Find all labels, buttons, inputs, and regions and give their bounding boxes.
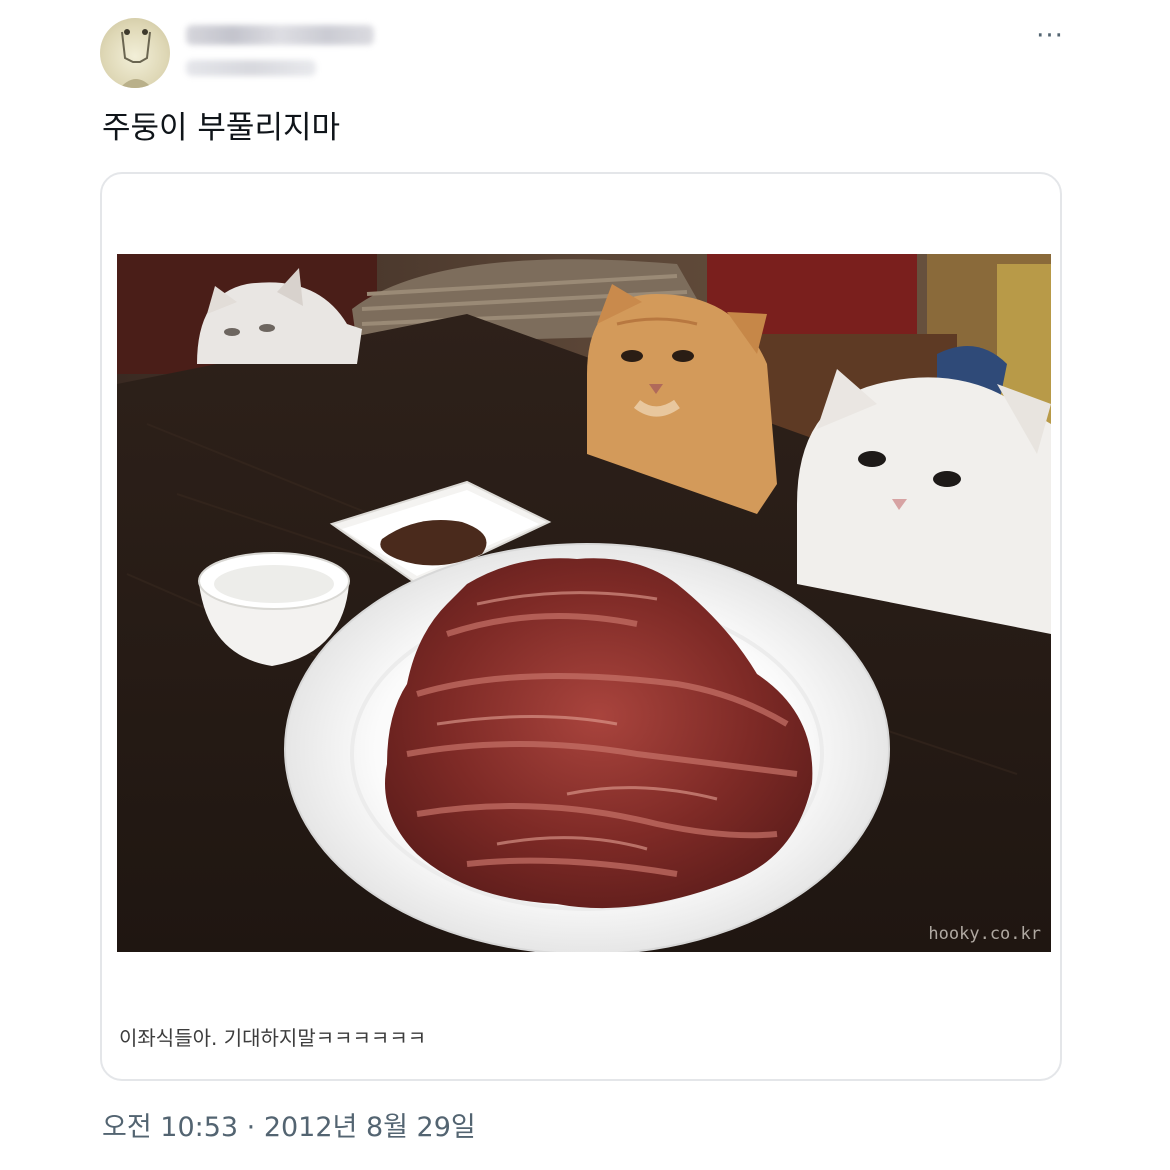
display-name-redacted[interactable] (186, 25, 374, 45)
more-options-icon[interactable]: ··· (1030, 23, 1070, 49)
card-caption: 이좌식들아. 기대하지말ㅋㅋㅋㅋㅋㅋ (119, 1026, 427, 1050)
avatar[interactable] (100, 18, 170, 88)
tweet: ··· 주둥이 부풀리지마 hooky.co.kr 이좌식들아. 기대하지말ㅋㅋ… (0, 0, 1170, 1170)
tweet-text: 주둥이 부풀리지마 (102, 110, 341, 146)
media-card[interactable]: hooky.co.kr 이좌식들아. 기대하지말ㅋㅋㅋㅋㅋㅋ (100, 172, 1062, 1081)
avatar-image (120, 29, 152, 88)
tweet-timestamp[interactable]: 오전 10:53 · 2012년 8월 29일 (102, 1108, 476, 1148)
username-redacted[interactable] (186, 60, 316, 76)
photo-watermark: hooky.co.kr (928, 924, 1041, 944)
card-photo[interactable]: hooky.co.kr (117, 254, 1051, 952)
